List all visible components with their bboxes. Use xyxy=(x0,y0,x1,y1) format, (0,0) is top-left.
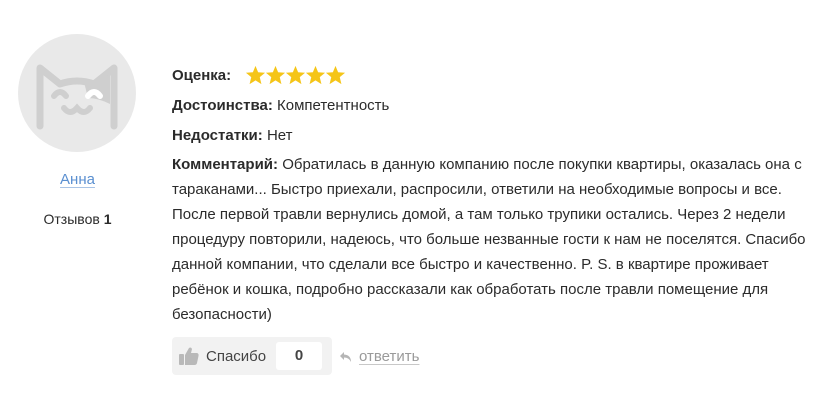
star-icon xyxy=(246,65,266,84)
pros-value: Компетентность xyxy=(277,97,390,114)
cons-label: Недостатки: xyxy=(172,127,263,144)
reviews-count: Отзывов 1 xyxy=(0,211,155,227)
rating-row: Оценка: xyxy=(172,62,346,89)
pros-label: Достоинства: xyxy=(172,97,273,114)
star-icon xyxy=(306,65,326,84)
avatar xyxy=(18,34,136,152)
rating-label: Оценка: xyxy=(172,67,232,84)
comment-label: Комментарий: xyxy=(172,156,279,173)
comment-text: Обратилась в данную компанию после покуп… xyxy=(172,156,806,323)
reviews-number: 1 xyxy=(103,211,112,227)
cat-avatar-icon xyxy=(36,64,118,130)
thanks-label: Спасибо xyxy=(206,347,267,365)
cons-row: Недостатки: Нет xyxy=(172,123,292,148)
star-icon xyxy=(266,65,286,84)
star-icon xyxy=(286,65,306,84)
thanks-widget: Спасибо 0 xyxy=(172,337,332,375)
star-icon xyxy=(326,65,346,84)
reply-label: ответить xyxy=(359,348,420,365)
cons-value: Нет xyxy=(266,127,293,144)
thanks-button[interactable]: Спасибо xyxy=(178,337,266,375)
pros-row: Достоинства: Компетентность xyxy=(172,93,389,118)
author-name-link[interactable]: Анна xyxy=(0,171,155,188)
reviews-label: Отзывов xyxy=(43,211,100,227)
reply-link[interactable]: ответить xyxy=(339,348,419,365)
thumbs-up-icon xyxy=(179,347,199,365)
reply-arrow-icon xyxy=(340,351,351,362)
thanks-count: 0 xyxy=(276,342,322,370)
comment-block: Комментарий: Обратилась в данную компани… xyxy=(172,152,812,327)
rating-stars xyxy=(245,62,346,87)
